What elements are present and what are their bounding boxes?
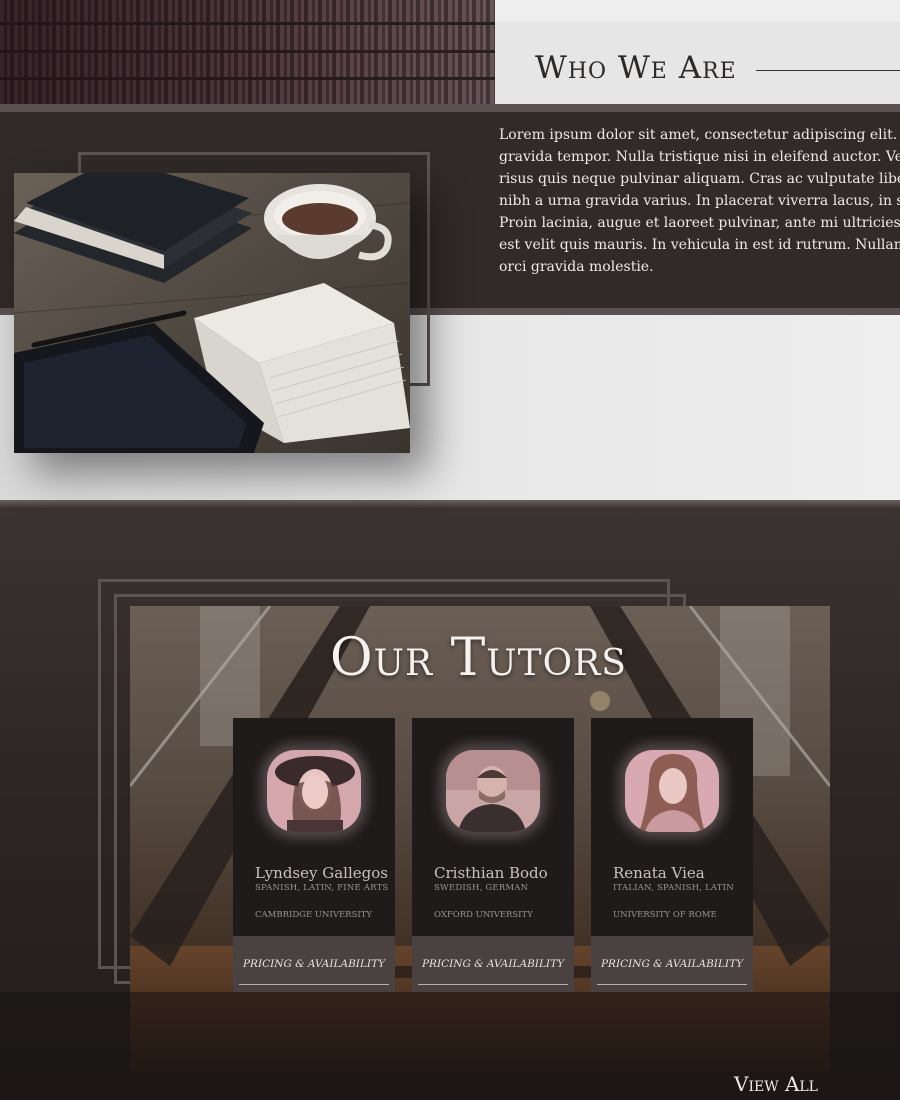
paragraph-line: Lorem ipsum dolor sit amet, consectetur … xyxy=(499,127,900,143)
tutor-name: Cristhian Bodo xyxy=(434,864,548,882)
pricing-label: PRICING & AVAILABILITY xyxy=(600,958,744,970)
pricing-availability-button[interactable]: PRICING & AVAILABILITY xyxy=(233,936,395,992)
tutor-avatar xyxy=(446,750,540,832)
tutor-school: UNIVERSITY OF ROME xyxy=(613,910,717,920)
pricing-label: PRICING & AVAILABILITY xyxy=(421,958,565,970)
paragraph-line: est velit quis mauris. In vehicula in es… xyxy=(499,237,900,253)
header-strip xyxy=(495,0,900,22)
paragraph-line: nibh a urna gravida varius. In placerat … xyxy=(499,193,900,209)
button-underline xyxy=(597,984,747,985)
tutor-card: Cristhian Bodo SWEDISH, GERMAN OXFORD UN… xyxy=(412,718,574,992)
tutor-avatar xyxy=(625,750,719,832)
tutor-card: Lyndsey Gallegos SPANISH, LATIN, FINE AR… xyxy=(233,718,395,992)
tutor-languages: SPANISH, LATIN, FINE ARTS xyxy=(255,883,389,893)
about-paragraph: Lorem ipsum dolor sit amet, consectetur … xyxy=(499,124,900,294)
paragraph-line: orci gravida molestie. xyxy=(499,259,654,275)
button-underline xyxy=(239,984,389,985)
desk-photo xyxy=(14,173,410,453)
tutor-name: Renata Viea xyxy=(613,864,705,882)
title-rule xyxy=(756,70,900,71)
pricing-availability-button[interactable]: PRICING & AVAILABILITY xyxy=(412,936,574,992)
tutor-languages: ITALIAN, SPANISH, LATIN xyxy=(613,883,734,893)
pricing-availability-button[interactable]: PRICING & AVAILABILITY xyxy=(591,936,753,992)
tutor-name: Lyndsey Gallegos xyxy=(255,864,388,882)
paragraph-line: gravida tempor. Nulla tristique nisi in … xyxy=(499,149,900,165)
button-underline xyxy=(418,984,568,985)
tutor-school: CAMBRIDGE UNIVERSITY xyxy=(255,910,373,920)
tutor-card: Renata Viea ITALIAN, SPANISH, LATIN UNIV… xyxy=(591,718,753,992)
section-divider xyxy=(0,104,900,112)
view-all-link[interactable]: View All xyxy=(734,1072,818,1096)
who-we-are-title: Who We Are xyxy=(535,50,737,86)
paragraph-line: Proin lacinia, augue et laoreet pulvinar… xyxy=(499,215,900,231)
pricing-label: PRICING & AVAILABILITY xyxy=(242,958,386,970)
tutor-languages: SWEDISH, GERMAN xyxy=(434,883,529,893)
our-tutors-title: Our Tutors xyxy=(330,628,627,688)
paragraph-line: risus quis neque pulvinar aliquam. Cras … xyxy=(499,171,900,187)
library-banner-image xyxy=(0,0,495,104)
tutor-school: OXFORD UNIVERSITY xyxy=(434,910,533,920)
section-divider xyxy=(0,500,900,508)
tutor-avatar xyxy=(267,750,361,832)
